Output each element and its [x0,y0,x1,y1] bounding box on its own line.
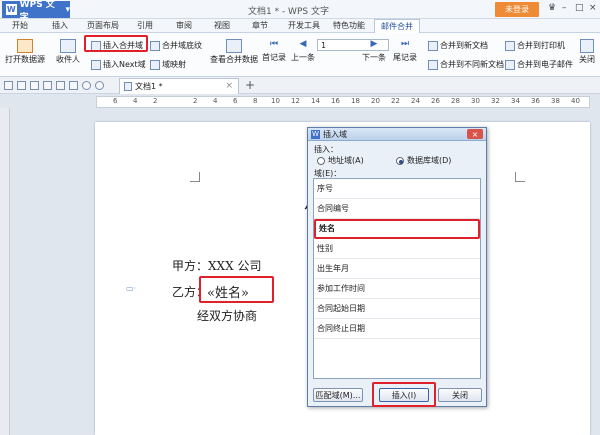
app-menu-button[interactable]: W WPS 文字 ▾ [2,0,70,23]
paragraph-marker-icon: ▭· [126,284,137,293]
close-tab-icon[interactable]: × [225,81,233,91]
view-merged-data-button[interactable]: 查看合并数据 [210,39,258,65]
field-list[interactable]: 序号 合同编号 姓名 性别 出生年月 参加工作时间 合同起始日期 合同终止日期 [313,178,481,379]
tab-page-layout[interactable]: 页面布局 [87,20,119,31]
prev-record-button[interactable]: ◀ 上一条 [291,39,315,63]
list-item[interactable]: 参加工作时间 [314,279,480,299]
folder-icon [17,39,33,53]
multi-doc-icon [428,59,438,70]
tab-mail-merge[interactable]: 邮件合并 [374,19,420,33]
tab-insert[interactable]: 插入 [52,20,68,31]
shading-icon [150,40,160,51]
next-record-button[interactable]: ▶ 下一条 [362,39,386,63]
merge-to-email-button[interactable]: 合并到电子邮件 [505,59,573,70]
document-tab[interactable]: 文档1 * × [119,78,239,94]
close-doc-icon [580,39,594,53]
merge-to-different-docs-button[interactable]: 合并到不同新文档 [428,59,504,70]
list-item[interactable]: 合同终止日期 [314,319,480,339]
tab-developer[interactable]: 开发工具 [288,20,320,31]
radio-address-field[interactable]: 地址域(A) [317,155,364,166]
user-icon [60,39,76,53]
close-ribbon-button[interactable]: 关闭 [579,39,595,65]
last-record-icon: ⏭ [400,39,410,49]
document-icon [124,82,132,91]
new-tab-icon[interactable]: + [245,78,255,92]
dialog-close-icon[interactable]: × [467,129,483,139]
first-record-button[interactable]: ⏮ 首记录 [262,39,286,63]
mapping-icon [150,59,160,70]
vertical-ruler [0,108,10,435]
list-item[interactable]: 序号 [314,179,480,199]
login-button[interactable]: 未登录 [495,2,539,17]
save-icon[interactable] [30,81,39,90]
merge-field-shading-button[interactable]: 合并域底纹 [150,40,202,51]
title-bar: W WPS 文字 ▾ 文档1 * - WPS 文字 未登录 ♛ – □ × [0,0,600,23]
radio-on-icon [396,156,404,165]
next-field-icon [91,59,101,70]
wps-logo-icon: W [6,4,17,15]
tab-review[interactable]: 审阅 [176,20,192,31]
close-window-icon[interactable]: × [589,3,597,13]
list-item[interactable]: 合同编号 [314,199,480,219]
minimize-icon[interactable]: – [562,3,567,13]
party-a-line: 甲方：XXX 公司 [172,259,262,273]
maximize-icon[interactable]: □ [575,3,584,13]
list-item[interactable]: 出生年月 [314,259,480,279]
merge-to-new-doc-button[interactable]: 合并到新文档 [428,40,488,51]
email-icon [505,59,515,70]
skin-icon[interactable]: ♛ [548,3,556,13]
tab-home[interactable]: 开始 [12,20,28,31]
pdf-icon[interactable] [43,81,52,90]
tab-view[interactable]: 视图 [214,20,230,31]
margin-corner-top-right [515,172,525,182]
tab-features[interactable]: 特色功能 [333,20,365,31]
first-record-icon: ⏮ [269,39,279,49]
highlight-merge-field [199,276,274,303]
match-fields-button[interactable]: 匹配域(M)... [313,388,363,402]
undo-icon[interactable] [82,81,91,90]
quick-access-bar: 文档1 * × + [0,77,600,94]
window-title: 文档1 * - WPS 文字 [248,7,329,17]
tab-sections[interactable]: 章节 [252,20,268,31]
printer-icon [505,40,515,51]
next-icon: ▶ [370,39,378,49]
preview-icon[interactable] [69,81,78,90]
mail-merge-ribbon: 打开数据源 收件人 插入合并域 合并域底纹 插入Next域 域映射 查看合并数据… [0,33,600,77]
print-icon[interactable] [56,81,65,90]
list-item-selected[interactable]: 姓名 [314,219,480,239]
radio-off-icon [317,156,325,165]
agreement-line: 经双方协商 [197,309,258,323]
open-data-source-button[interactable]: 打开数据源 [5,39,45,65]
dialog-title: 插入域 [323,129,347,139]
horizontal-ruler: 6 4 2 2 4 6 8 10 12 14 16 18 20 22 24 26… [96,96,590,108]
menu-bar: 开始 插入 页面布局 引用 审阅 视图 章节 开发工具 特色功能 邮件合并 [0,19,600,33]
chevron-down-icon: ▾ [65,4,70,15]
list-item[interactable]: 性别 [314,239,480,259]
highlight-insert-merge-field [84,35,148,52]
insert-label: 插入： [314,145,338,154]
tab-references[interactable]: 引用 [137,20,153,31]
list-item[interactable]: 合同起始日期 [314,299,480,319]
new-file-icon[interactable] [4,81,13,90]
new-doc-icon [428,40,438,51]
merge-to-printer-button[interactable]: 合并到打印机 [505,40,565,51]
view-data-icon [226,39,242,53]
prev-icon: ◀ [299,39,307,49]
insert-next-field-button[interactable]: 插入Next域 [91,59,146,70]
highlight-insert-button [372,382,436,407]
recipients-button[interactable]: 收件人 [56,39,80,65]
open-file-icon[interactable] [17,81,26,90]
insert-field-dialog: W 插入域 × 插入： 地址域(A) 数据库域(D) 域(E)： 序号 合同编号… [307,127,487,407]
close-button[interactable]: 关闭 [438,388,482,402]
field-mapping-button[interactable]: 域映射 [150,59,186,70]
margin-corner-top-left [190,172,200,182]
dialog-title-bar: W 插入域 × [308,128,486,141]
wps-logo-icon: W [311,129,320,139]
redo-icon[interactable] [95,81,104,90]
last-record-button[interactable]: ⏭ 尾记录 [393,39,417,63]
radio-database-field[interactable]: 数据库域(D) [396,155,451,166]
